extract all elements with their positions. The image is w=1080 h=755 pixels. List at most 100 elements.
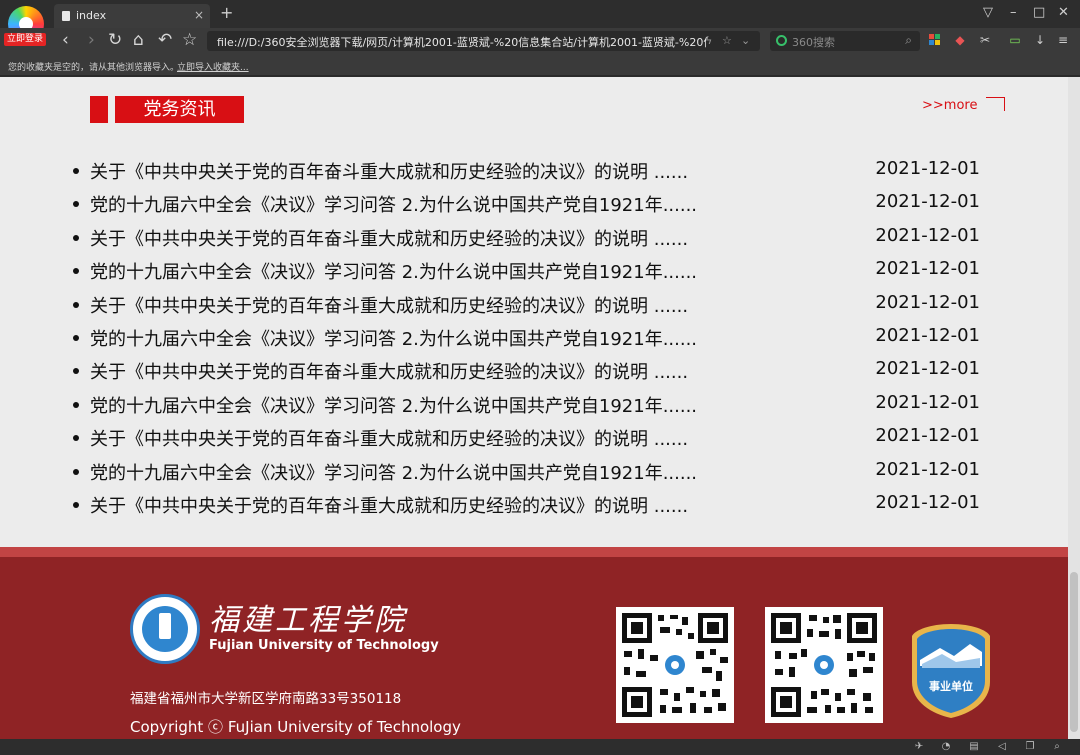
page-content: 党务资讯 >>more 关于《中共中央关于党的百年奋斗重大成就和历史经验的决议》… <box>0 77 1068 739</box>
footer-address: 福建省福州市大学新区学府南路33号350118 <box>130 691 402 707</box>
bullet-icon <box>73 435 79 442</box>
trash-icon[interactable]: ▤ <box>968 741 980 753</box>
bullet-icon <box>73 501 79 508</box>
url-dropdown-icon[interactable]: ⌄ <box>741 34 750 47</box>
minimize-button[interactable]: – <box>1010 5 1017 21</box>
bullet-icon <box>73 201 79 208</box>
news-title[interactable]: 党的十九届六中全会《决议》学习问答 2.为什么说中国共产党自1921年.....… <box>90 325 697 351</box>
bookmark-star-icon[interactable]: ☆ <box>722 34 732 47</box>
bullet-icon <box>73 168 79 174</box>
document-icon <box>62 11 70 21</box>
university-name-cn: 福建工程学院 <box>209 603 407 638</box>
more-corner-decoration <box>986 97 1005 111</box>
lightning-icon[interactable]: ϟ <box>705 34 712 47</box>
news-title[interactable]: 党的十九届六中全会《决议》学习问答 2.为什么说中国共产党自1921年.....… <box>90 258 697 284</box>
tab-close-icon[interactable]: × <box>194 8 204 22</box>
news-item[interactable]: 关于《中共中央关于党的百年奋斗重大成就和历史经验的决议》的说明 ...... 20… <box>70 355 990 388</box>
news-item[interactable]: 关于《中共中央关于党的百年奋斗重大成就和历史经验的决议》的说明 ...... 20… <box>70 422 990 455</box>
tab-index[interactable]: index × <box>54 4 210 28</box>
qr-code-1 <box>616 607 734 723</box>
bullet-icon <box>73 368 79 375</box>
home-icon[interactable]: ⌂ <box>133 31 144 49</box>
game-icon[interactable]: ◆ <box>953 33 967 47</box>
toolbar: ‹ › ↻ ⌂ ↶ ☆ file:///D:/360安全浏览器下载/网页/计算机… <box>0 28 1080 54</box>
unit-badge-label: 事业单位 <box>929 679 973 693</box>
search-placeholder[interactable]: 360搜索 <box>792 34 835 50</box>
refresh-icon[interactable]: ↻ <box>108 31 122 49</box>
status-bar: ✈ ◔ ▤ ◁ ❐ ⌕ <box>0 739 1080 755</box>
bullet-icon <box>73 268 79 275</box>
news-date: 2021-12-01 <box>875 191 980 213</box>
window-icon[interactable]: ❐ <box>1024 741 1036 753</box>
forward-icon[interactable]: › <box>88 31 95 49</box>
zoom-icon[interactable]: ⌕ <box>1051 741 1063 753</box>
university-seal-icon <box>130 594 200 664</box>
import-bookmarks-link[interactable]: 立即导入收藏夹... <box>177 60 249 73</box>
footer: 福建工程学院 Fujian University of Technology 福… <box>0 557 1068 739</box>
accelerate-icon[interactable]: ✈ <box>913 741 925 753</box>
apps-icon[interactable] <box>929 34 941 46</box>
favorite-icon[interactable]: ☆ <box>182 31 197 49</box>
scissors-icon[interactable]: ✂ <box>978 33 992 47</box>
new-tab-button[interactable]: + <box>220 5 233 21</box>
news-item[interactable]: 党的十九届六中全会《决议》学习问答 2.为什么说中国共产党自1921年.....… <box>70 389 990 422</box>
address-bar[interactable]: file:///D:/360安全浏览器下载/网页/计算机2001-蓝贤斌-%20… <box>207 31 760 51</box>
battery-icon[interactable]: ▭ <box>1008 33 1022 47</box>
qr-code-2 <box>765 607 883 723</box>
news-item[interactable]: 关于《中共中央关于党的百年奋斗重大成就和历史经验的决议》的说明 ...... 20… <box>70 489 990 522</box>
public-institution-badge-icon: 事业单位 <box>912 624 990 718</box>
news-item[interactable]: 党的十九届六中全会《决议》学习问答 2.为什么说中国共产党自1921年.....… <box>70 456 990 489</box>
section-title: 党务资讯 <box>115 96 244 123</box>
footer-copyright: Copyright ⓒ FuJian University of Technol… <box>130 718 461 736</box>
maximize-button[interactable]: □ <box>1033 5 1045 21</box>
more-link[interactable]: >>more <box>922 98 977 113</box>
bookmarks-empty-message: 您的收藏夹是空的，请从其他浏览器导入。 <box>8 63 180 73</box>
news-title[interactable]: 关于《中共中央关于党的百年奋斗重大成就和历史经验的决议》的说明 ...... <box>90 292 688 318</box>
tab-title: index <box>76 9 107 22</box>
news-date: 2021-12-01 <box>875 458 980 480</box>
download-icon[interactable]: ↓ <box>1033 33 1047 47</box>
news-item[interactable]: 党的十九届六中全会《决议》学习问答 2.为什么说中国共产党自1921年.....… <box>70 255 990 288</box>
bullet-icon <box>73 468 79 475</box>
news-title[interactable]: 党的十九届六中全会《决议》学习问答 2.为什么说中国共产党自1921年.....… <box>90 392 697 418</box>
scrollbar-thumb[interactable] <box>1070 572 1078 732</box>
news-item[interactable]: 关于《中共中央关于党的百年奋斗重大成就和历史经验的决议》的说明 ...... 20… <box>70 222 990 255</box>
news-title[interactable]: 关于《中共中央关于党的百年奋斗重大成就和历史经验的决议》的说明 ...... <box>90 425 688 451</box>
news-title[interactable]: 党的十九届六中全会《决议》学习问答 2.为什么说中国共产党自1921年.....… <box>90 191 697 217</box>
tab-strip: index × + ▽ – □ ✕ <box>0 0 1080 42</box>
bullet-icon <box>73 334 79 341</box>
news-date: 2021-12-01 <box>875 224 980 246</box>
search-icon[interactable]: ⌕ <box>905 33 912 48</box>
news-title[interactable]: 关于《中共中央关于党的百年奋斗重大成就和历史经验的决议》的说明 ...... <box>90 358 688 384</box>
news-item[interactable]: 党的十九届六中全会《决议》学习问答 2.为什么说中国共产党自1921年.....… <box>70 322 990 355</box>
page-scrollbar[interactable] <box>1068 77 1080 739</box>
news-item[interactable]: 关于《中共中央关于党的百年奋斗重大成就和历史经验的决议》的说明 ...... 20… <box>70 289 990 322</box>
news-date: 2021-12-01 <box>875 358 980 380</box>
news-title[interactable]: 关于《中共中央关于党的百年奋斗重大成就和历史经验的决议》的说明 ...... <box>90 492 688 518</box>
footer-stripe <box>0 547 1068 557</box>
news-title[interactable]: 关于《中共中央关于党的百年奋斗重大成就和历史经验的决议》的说明 ...... <box>90 158 688 184</box>
browser-window: index × + ▽ – □ ✕ 立即登录 ‹ › ↻ ⌂ ↶ ☆ file:… <box>0 0 1080 755</box>
undo-close-icon[interactable]: ↶ <box>158 31 172 49</box>
sound-icon[interactable]: ◁ <box>996 741 1008 753</box>
login-button[interactable]: 立即登录 <box>4 33 47 46</box>
close-button[interactable]: ✕ <box>1058 5 1069 21</box>
menu-icon[interactable]: ≡ <box>1056 33 1070 47</box>
news-date: 2021-12-01 <box>875 324 980 346</box>
hint-icon[interactable]: ◔ <box>940 741 952 753</box>
search-box[interactable]: 360搜索 ⌕ <box>770 31 920 51</box>
news-item[interactable]: 党的十九届六中全会《决议》学习问答 2.为什么说中国共产党自1921年.....… <box>70 188 990 221</box>
news-date: 2021-12-01 <box>875 391 980 413</box>
news-item[interactable]: 关于《中共中央关于党的百年奋斗重大成就和历史经验的决议》的说明 ...... 20… <box>70 155 990 188</box>
news-title[interactable]: 关于《中共中央关于党的百年奋斗重大成就和历史经验的决议》的说明 ...... <box>90 225 688 251</box>
search-engine-icon <box>776 35 787 46</box>
section-marker <box>90 96 108 123</box>
back-icon[interactable]: ‹ <box>62 31 69 49</box>
news-date: 2021-12-01 <box>875 491 980 513</box>
skin-icon[interactable]: ▽ <box>983 5 993 21</box>
url-text[interactable]: file:///D:/360安全浏览器下载/网页/计算机2001-蓝贤斌-%20… <box>217 34 707 50</box>
bullet-icon <box>73 401 79 408</box>
bullet-icon <box>73 234 79 241</box>
bullet-icon <box>73 301 79 308</box>
news-title[interactable]: 党的十九届六中全会《决议》学习问答 2.为什么说中国共产党自1921年.....… <box>90 459 697 485</box>
